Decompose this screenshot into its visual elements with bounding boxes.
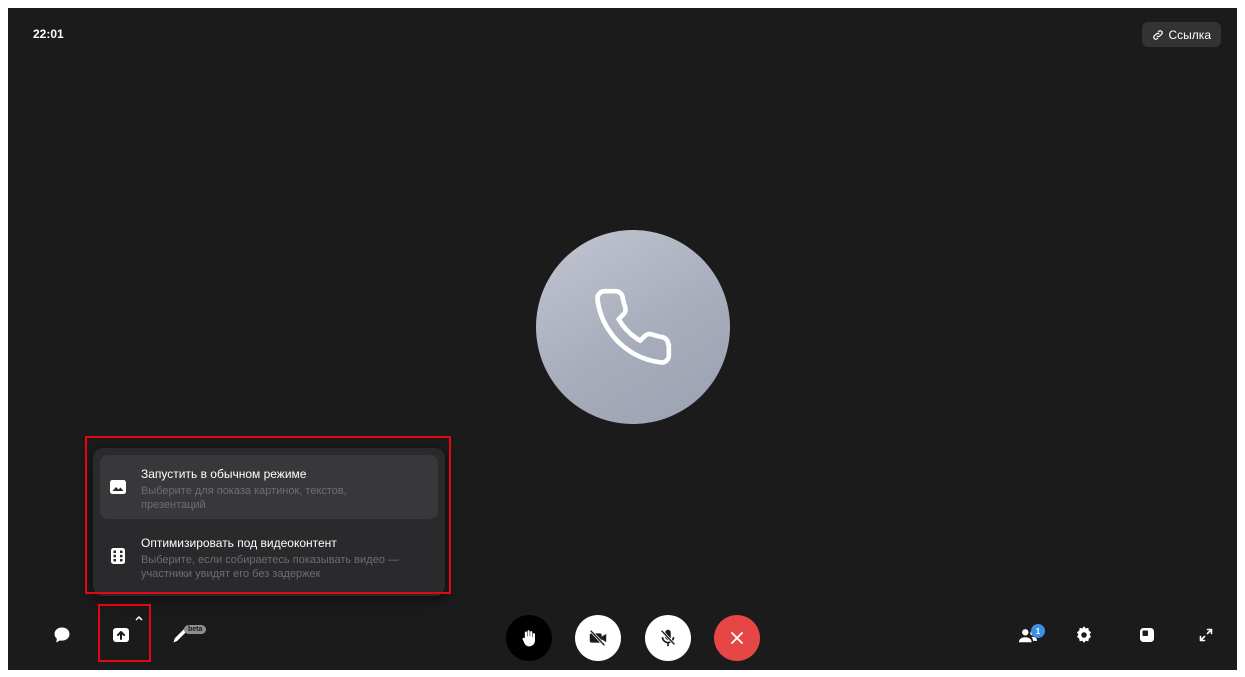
- chat-button[interactable]: [48, 621, 76, 649]
- menu-item-description: Выберите, если собираетесь показывать ви…: [141, 554, 399, 566]
- image-icon: [110, 480, 126, 494]
- menu-item-description: участники увидят его без задержек: [141, 568, 321, 580]
- end-call-button[interactable]: [714, 615, 760, 661]
- screen-share-menu: Запустить в обычном режиме Выберите для …: [93, 448, 445, 596]
- end-call-icon: [731, 632, 743, 644]
- share-normal-mode-option[interactable]: Запустить в обычном режиме Выберите для …: [100, 455, 438, 519]
- raise-hand-button[interactable]: [506, 615, 552, 661]
- call-avatar: [536, 230, 730, 424]
- camera-off-icon: [589, 629, 607, 647]
- share-options-chevron[interactable]: [132, 611, 146, 625]
- fullscreen-button[interactable]: [1191, 620, 1221, 650]
- microphone-toggle-button[interactable]: [645, 615, 691, 661]
- beta-badge: beta: [184, 625, 207, 634]
- menu-item-description: Выберите для показа картинок, текстов,: [141, 485, 347, 497]
- chevron-up-icon: [135, 615, 143, 621]
- phone-icon: [595, 288, 672, 365]
- fullscreen-icon: [1199, 628, 1213, 642]
- settings-icon: [1077, 626, 1091, 643]
- call-stage: 22:01 Ссылка Запустить в обычном режиме …: [8, 8, 1237, 670]
- raise-hand-icon: [522, 630, 535, 647]
- call-timer: 22:01: [33, 27, 64, 41]
- link-icon: [1152, 29, 1163, 40]
- film-icon: [111, 548, 125, 564]
- screen-share-icon: [113, 628, 129, 642]
- chat-icon: [54, 627, 70, 643]
- share-video-mode-option[interactable]: Оптимизировать под видеоконтент Выберите…: [100, 524, 438, 588]
- menu-item-description: презентаций: [141, 499, 206, 511]
- copy-link-label: Ссылка: [1168, 27, 1211, 42]
- mic-off-icon: [660, 629, 676, 647]
- camera-toggle-button[interactable]: [575, 615, 621, 661]
- menu-item-title: Оптимизировать под видеоконтент: [141, 536, 337, 550]
- menu-item-title: Запустить в обычном режиме: [141, 467, 307, 481]
- layout-button[interactable]: [1132, 620, 1162, 650]
- participants-count-badge: 1: [1031, 624, 1045, 638]
- layout-icon: [1140, 628, 1154, 642]
- settings-button[interactable]: [1069, 620, 1099, 650]
- copy-link-button[interactable]: Ссылка: [1141, 22, 1221, 47]
